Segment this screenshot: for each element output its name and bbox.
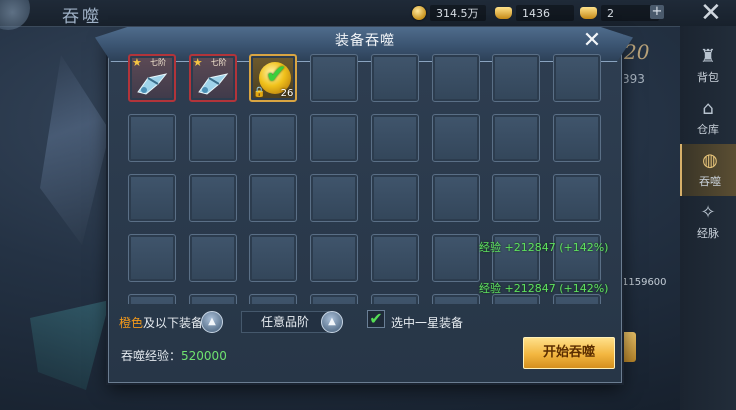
side-tab-bag[interactable]: ♜ 背包 [680, 40, 736, 92]
equipment-slot-empty[interactable] [431, 54, 480, 102]
equipment-slot-empty[interactable] [249, 294, 298, 304]
side-tab-warehouse[interactable]: ⌂ 仓库 [680, 92, 736, 144]
equipment-slot-empty[interactable] [552, 114, 601, 162]
equipment-slot-empty[interactable] [370, 234, 419, 282]
side-tab-devour[interactable]: ◍ 吞噬 [680, 144, 736, 196]
equipment-slot-empty[interactable] [370, 54, 419, 102]
weapon-icon [137, 73, 168, 95]
equipment-slot-empty[interactable] [188, 234, 237, 282]
devour-dialog: 装备吞噬 ✕ ★ 七阶 ★ 七阶 ✔ 🔒 26 经验 +212847 (+142%) 经验 … [95, 27, 633, 383]
side-tab-label: 仓库 [697, 123, 719, 136]
equipment-grid: ★ 七阶 ★ 七阶 ✔ 🔒 26 [128, 54, 614, 304]
tier-dropdown-button[interactable]: ▲ [321, 311, 343, 333]
meridian-icon: ✧ [700, 202, 716, 223]
equipment-slot-empty[interactable] [128, 114, 176, 162]
weapon-icon [197, 73, 228, 95]
equipment-slot-empty[interactable] [310, 174, 359, 222]
quality-color-text: 橙色 [119, 316, 144, 330]
equipment-slot-filled[interactable]: ★ 七阶 [128, 54, 176, 102]
lock-icon: 🔒 [253, 87, 266, 98]
item-count: 26 [280, 88, 294, 99]
filter-row: 橙色及以下装备 ▲ 任意品阶 ▲ ✔ 选中一星装备 [109, 307, 621, 337]
equipment-slot-empty[interactable] [431, 114, 480, 162]
equipment-slot-filled[interactable]: ✔ 🔒 26 [249, 54, 298, 102]
equipment-slot-empty[interactable] [370, 174, 419, 222]
one-star-checkbox-label: 选中一星装备 [391, 316, 464, 330]
devour-exp-readout: 吞噬经验：520000 [121, 347, 227, 364]
equipment-slot-empty[interactable] [188, 294, 237, 304]
equipment-slot-filled[interactable]: ★ 七阶 [188, 54, 237, 102]
star-icon: ★ [132, 56, 142, 69]
ingot-icon [580, 7, 597, 19]
bound-ingot-resource: 2 [580, 4, 659, 22]
close-main-icon[interactable]: ✕ [700, 0, 722, 28]
side-tab-label: 吞噬 [699, 175, 721, 188]
exp-gain-text: 经验 +212847 (+142%) [479, 241, 609, 254]
equipment-slot-empty[interactable] [128, 294, 176, 304]
bag-icon: ♜ [699, 46, 717, 67]
coin-icon [412, 6, 426, 20]
equipment-slot-empty[interactable] [310, 294, 359, 304]
equipment-slot-empty[interactable] [492, 54, 541, 102]
add-currency-button[interactable]: + [650, 5, 664, 19]
equipment-slot-empty[interactable] [128, 174, 176, 222]
gold-amount: 314.5万 [430, 5, 486, 21]
equipment-slot-empty[interactable] [249, 114, 298, 162]
devour-exp-value: 520000 [181, 349, 227, 363]
dialog-title: 装备吞噬 [335, 33, 395, 49]
background-partial-number: 393 [622, 72, 645, 86]
equipment-slot-empty[interactable] [249, 234, 298, 282]
ingot-icon [495, 7, 512, 19]
star-icon: ★ [192, 56, 203, 69]
equipment-slot-empty[interactable] [370, 114, 419, 162]
start-devour-button[interactable]: 开始吞噬 [523, 337, 615, 369]
background-title: 吞噬 [62, 7, 102, 27]
equipment-slot-empty[interactable] [188, 174, 237, 222]
equipment-slot-empty[interactable] [249, 174, 298, 222]
ingot-amount: 1436 [516, 5, 574, 21]
equipment-slot-empty[interactable] [188, 114, 237, 162]
equipment-slot-empty[interactable] [492, 114, 541, 162]
devour-exp-label: 吞噬经验： [121, 349, 182, 363]
side-nav: ♜ 背包 ⌂ 仓库 ◍ 吞噬 ✧ 经脉 [680, 26, 736, 410]
ingot-resource: 1436 [495, 4, 574, 22]
equipment-slot-empty[interactable] [310, 114, 359, 162]
quality-filter-label: 橙色及以下装备 [119, 314, 203, 331]
equipment-slot-empty[interactable] [310, 54, 359, 102]
equipment-slot-empty[interactable] [431, 234, 480, 282]
one-star-checkbox[interactable]: ✔ [367, 310, 385, 328]
equipment-slot-empty[interactable] [492, 174, 541, 222]
side-tab-label: 经脉 [697, 227, 719, 240]
gold-coin-resource: 314.5万 [412, 4, 486, 22]
side-tab-meridian[interactable]: ✧ 经脉 [680, 196, 736, 248]
equipment-slot-empty[interactable] [431, 294, 480, 304]
quality-suffix-text: 及以下装备 [143, 316, 204, 330]
background-creature-tail [30, 300, 110, 390]
exp-gain-text: 经验 +212847 (+142%) [479, 282, 609, 295]
equipment-slot-empty[interactable] [310, 234, 359, 282]
equipment-slot-empty[interactable] [370, 294, 419, 304]
tier-select[interactable]: 任意品阶 [241, 311, 329, 333]
tier-label: 七阶 [150, 58, 166, 67]
warehouse-icon: ⌂ [702, 98, 714, 119]
equipment-slot-empty[interactable] [552, 54, 601, 102]
selected-check-icon: ✔ [265, 60, 288, 90]
quality-dropdown-button[interactable]: ▲ [201, 311, 223, 333]
side-tab-label: 背包 [697, 71, 719, 84]
devour-icon: ◍ [702, 150, 718, 171]
dialog-close-icon[interactable]: ✕ [579, 28, 605, 54]
equipment-slot-empty[interactable] [431, 174, 480, 222]
background-creature-art [40, 55, 110, 245]
background-exp-total: 1159600 [622, 277, 667, 288]
equipment-slot-empty[interactable] [128, 234, 176, 282]
tier-label: 七阶 [210, 58, 227, 67]
equipment-slot-empty[interactable] [552, 174, 601, 222]
